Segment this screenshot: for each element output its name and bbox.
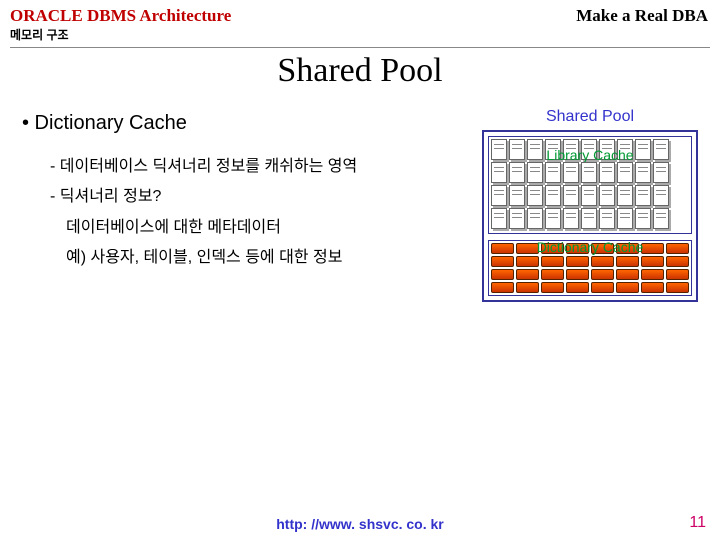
doc-icon xyxy=(653,162,669,183)
doc-icon xyxy=(491,208,507,229)
bar-icon xyxy=(491,282,514,293)
bar-icon xyxy=(566,256,589,267)
doc-icon xyxy=(527,162,543,183)
doc-icon xyxy=(563,185,579,206)
library-cache-box: Library Cache xyxy=(488,136,692,234)
doc-icon xyxy=(527,185,543,206)
doc-icon xyxy=(509,208,525,229)
doc-icon xyxy=(581,162,597,183)
bar-icon xyxy=(641,282,664,293)
doc-icon xyxy=(545,185,561,206)
body-line-4: 예) 사용자, 테이블, 인덱스 등에 대한 정보 xyxy=(22,243,462,273)
doc-icon xyxy=(617,162,633,183)
doc-icon xyxy=(635,185,651,206)
bar-icon xyxy=(541,256,564,267)
doc-icon xyxy=(653,185,669,206)
doc-icon xyxy=(509,185,525,206)
bar-icon xyxy=(666,269,689,280)
dictionary-cache-box: Dictionary Cache xyxy=(488,240,692,296)
content-area: • Dictionary Cache - 데이터베이스 딕셔너리 정보를 캐쉬하… xyxy=(0,104,720,302)
bar-icon xyxy=(491,256,514,267)
bar-icon xyxy=(591,269,614,280)
doc-icon xyxy=(545,208,561,229)
doc-icon xyxy=(635,208,651,229)
page-number: 11 xyxy=(689,514,706,532)
section-heading: • Dictionary Cache xyxy=(22,104,462,142)
doc-icon xyxy=(653,208,669,229)
doc-icon xyxy=(599,208,615,229)
bar-icon xyxy=(516,282,539,293)
doc-icon xyxy=(563,162,579,183)
bar-icon xyxy=(641,269,664,280)
bar-icon xyxy=(566,282,589,293)
footer-url: http: //www. shsvc. co. kr xyxy=(0,516,720,532)
bar-icon xyxy=(666,256,689,267)
doc-icon xyxy=(581,208,597,229)
doc-icon xyxy=(617,208,633,229)
header-divider xyxy=(10,47,710,48)
body-line-2: - 딕셔너리 정보? xyxy=(22,182,462,212)
bar-icon xyxy=(616,256,639,267)
bar-icon xyxy=(666,282,689,293)
doc-icon xyxy=(617,185,633,206)
shared-pool-diagram: Shared Pool Library Cache Dictionary Cac xyxy=(482,108,698,302)
header-title-left: ORACLE DBMS Architecture xyxy=(10,6,231,26)
doc-icon xyxy=(563,208,579,229)
library-cache-label: Library Cache xyxy=(493,147,687,163)
doc-icon xyxy=(599,185,615,206)
body-line-1: - 데이터베이스 딕셔너리 정보를 캐쉬하는 영역 xyxy=(22,152,462,182)
doc-icon xyxy=(545,162,561,183)
shared-pool-box: Library Cache Dictionary Cache xyxy=(482,130,698,302)
header-subtitle: 메모리 구조 xyxy=(0,26,720,45)
doc-icon xyxy=(491,162,507,183)
doc-icon xyxy=(527,208,543,229)
bar-icon xyxy=(491,269,514,280)
bar-icon xyxy=(591,282,614,293)
doc-icon xyxy=(581,185,597,206)
dictionary-cache-label: Dictionary Cache xyxy=(491,239,689,255)
doc-icon xyxy=(509,162,525,183)
bar-icon xyxy=(616,282,639,293)
bar-icon xyxy=(541,269,564,280)
header-title-right: Make a Real DBA xyxy=(576,6,708,26)
doc-icon xyxy=(599,162,615,183)
bar-icon xyxy=(516,256,539,267)
bar-icon xyxy=(566,269,589,280)
bar-icon xyxy=(516,269,539,280)
diagram-title: Shared Pool xyxy=(482,108,698,126)
doc-icon xyxy=(635,162,651,183)
body-line-3: 데이터베이스에 대한 메타데이터 xyxy=(22,213,462,243)
slide-title: Shared Pool xyxy=(0,52,720,90)
doc-icon xyxy=(491,185,507,206)
bar-icon xyxy=(591,256,614,267)
bar-icon xyxy=(616,269,639,280)
text-column: • Dictionary Cache - 데이터베이스 딕셔너리 정보를 캐쉬하… xyxy=(22,104,462,302)
bar-icon xyxy=(541,282,564,293)
bar-icon xyxy=(641,256,664,267)
